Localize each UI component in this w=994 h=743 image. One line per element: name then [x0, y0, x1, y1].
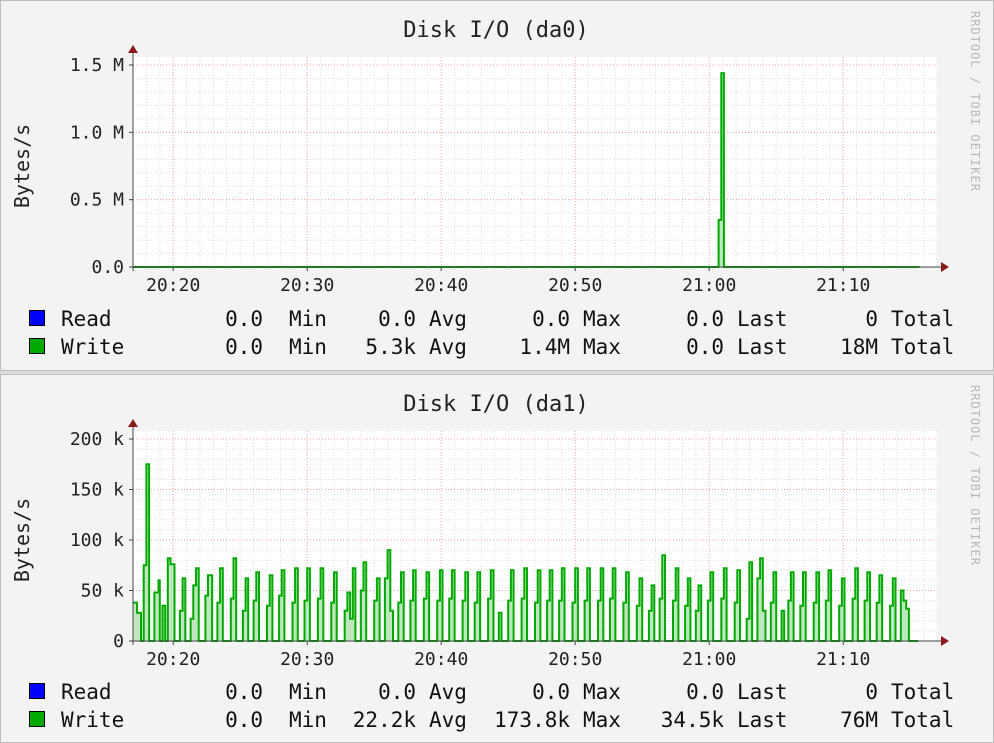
x-tick-label: 20:50: [548, 275, 602, 296]
x-tick-label: 20:30: [280, 275, 334, 296]
y-tick-label: 50 k: [81, 581, 125, 602]
legend-min-label: Min: [289, 680, 327, 704]
legend-avg-label: Avg: [429, 680, 467, 704]
x-tick-label: 20:20: [146, 275, 200, 296]
legend-max-label: Max: [583, 708, 621, 732]
legend-swatch-write: [29, 711, 45, 727]
legend-min-label: Min: [289, 708, 327, 732]
legend-last: 0.0: [686, 335, 724, 359]
y-axis-arrow: [128, 419, 138, 427]
x-tick-label: 20:40: [414, 649, 468, 670]
legend-last: 34.5k: [660, 708, 724, 732]
x-tick-label: 20:40: [414, 275, 468, 296]
legend-last: 0.0: [686, 680, 724, 704]
chart-title: Disk I/O (da0): [403, 18, 588, 43]
legend-max: 0.0: [532, 680, 570, 704]
legend-last-label: Last: [737, 307, 788, 331]
legend-total: 0: [865, 680, 878, 704]
legend-swatch-read: [29, 310, 45, 326]
x-axis-arrow: [941, 636, 949, 646]
legend-total: 18M: [840, 335, 878, 359]
y-tick-label: 1.0 M: [70, 122, 124, 143]
x-tick-label: 20:30: [280, 649, 334, 670]
x-tick-label: 21:00: [682, 649, 736, 670]
legend-total-label: Total: [891, 335, 955, 359]
legend-min: 0.0: [225, 708, 263, 732]
legend-row-write: Write 0.0 Min 22.2k Avg 173.8k Max 34.5k Last 76M…: [29, 706, 959, 734]
legend-min: 0.0: [225, 335, 263, 359]
chart-svg-da1: 20:20 20:30 20:40 20:50 21:00 21:10 0 50 k 100 k…: [10, 385, 982, 670]
legend-swatch-write: [29, 338, 45, 354]
y-tick-label: 0: [113, 631, 124, 652]
x-tick-label: 20:50: [548, 649, 602, 670]
legend-max: 173.8k: [494, 708, 570, 732]
x-tick-label: 20:20: [146, 649, 200, 670]
legend-swatch-read: [29, 683, 45, 699]
y-axis-label: Bytes/s: [10, 124, 34, 208]
legend-max-label: Max: [583, 335, 621, 359]
legend-last-label: Last: [737, 708, 788, 732]
legend-total-label: Total: [891, 708, 955, 732]
x-axis-arrow: [941, 262, 949, 272]
legend-last-label: Last: [737, 335, 788, 359]
legend-max-label: Max: [583, 680, 621, 704]
x-tick-label: 21:10: [816, 275, 870, 296]
y-tick-label: 1.5 M: [70, 55, 124, 76]
watermark-text: RRDTOOL / TOBI OETIKER: [968, 11, 982, 192]
legend-last: 0.0: [686, 307, 724, 331]
legend-max-label: Max: [583, 307, 621, 331]
legend-last-label: Last: [737, 680, 788, 704]
y-axis-label: Bytes/s: [10, 498, 34, 582]
legend-total: 76M: [840, 708, 878, 732]
y-axis-arrow: [128, 45, 138, 53]
legend-min-label: Min: [289, 307, 327, 331]
legend-avg-label: Avg: [429, 335, 467, 359]
y-tick-label: 100 k: [70, 530, 124, 551]
legend-avg: 5.3k: [365, 335, 416, 359]
legend-row-read: Read 0.0 Min 0.0 Avg 0.0 Max 0.0 Last 0 Total: [29, 305, 959, 333]
chart-panel-da0: 20:20 20:30 20:40 20:50 21:00 21:10 0.0 0.5 M 1.…: [0, 0, 994, 371]
watermark-text: RRDTOOL / TOBI OETIKER: [968, 385, 982, 566]
legend-min: 0.0: [225, 307, 263, 331]
y-tick-label: 0.0: [91, 257, 124, 278]
chart-svg-da0: 20:20 20:30 20:40 20:50 21:00 21:10 0.0 0.5 M 1.…: [10, 11, 982, 296]
chart-panel-da1: 20:20 20:30 20:40 20:50 21:00 21:10 0 50 k 100 k…: [0, 374, 994, 743]
legend-da1: Read 0.0 Min 0.0 Avg 0.0 Max 0.0 Last 0 Total Write…: [29, 678, 959, 734]
legend-total: 0: [865, 307, 878, 331]
legend-name: Read: [61, 680, 112, 704]
legend-max: 1.4M: [519, 335, 570, 359]
legend-name: Read: [61, 307, 112, 331]
legend-min: 0.0: [225, 680, 263, 704]
y-tick-label: 0.5 M: [70, 190, 124, 211]
legend-row-write: Write 0.0 Min 5.3k Avg 1.4M Max 0.0 Last 18M Total: [29, 333, 959, 361]
legend-name: Write: [61, 335, 125, 359]
legend-min-label: Min: [289, 335, 327, 359]
legend-total-label: Total: [891, 307, 955, 331]
legend-avg: 0.0: [378, 680, 416, 704]
legend-name: Write: [61, 708, 125, 732]
legend-avg: 0.0: [378, 307, 416, 331]
legend-max: 0.0: [532, 307, 570, 331]
y-tick-label: 200 k: [70, 429, 124, 450]
legend-da0: Read 0.0 Min 0.0 Avg 0.0 Max 0.0 Last 0 Total Write…: [29, 305, 959, 361]
y-tick-label: 150 k: [70, 480, 124, 501]
legend-avg-label: Avg: [429, 307, 467, 331]
legend-total-label: Total: [891, 680, 955, 704]
legend-avg-label: Avg: [429, 708, 467, 732]
x-tick-label: 21:00: [682, 275, 736, 296]
x-tick-label: 21:10: [816, 649, 870, 670]
legend-row-read: Read 0.0 Min 0.0 Avg 0.0 Max 0.0 Last 0 Total: [29, 678, 959, 706]
chart-title: Disk I/O (da1): [403, 392, 588, 417]
legend-avg: 22.2k: [352, 708, 416, 732]
